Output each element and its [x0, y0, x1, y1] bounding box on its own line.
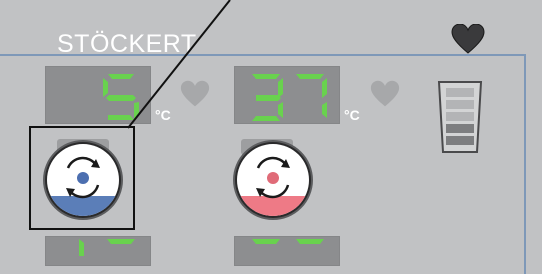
seven-segment-readout [103, 74, 139, 120]
level-indicator [437, 81, 483, 153]
temperature-display-4 [234, 236, 340, 266]
heart-icon [370, 80, 400, 107]
seven-segment-readout [252, 239, 324, 244]
brand-logo: STÖCKERT [57, 30, 197, 58]
temperature-display-3 [45, 236, 151, 266]
temperature-display-1 [45, 66, 151, 124]
status-indicator [267, 172, 279, 184]
seven-segment-readout [79, 239, 135, 256]
highlight-box [29, 126, 135, 230]
unit-label-1: °C [155, 107, 171, 123]
temperature-display-2 [234, 66, 340, 124]
seven-segment-readout [252, 74, 327, 121]
unit-label-2: °C [344, 107, 360, 123]
warm-mode-button[interactable] [230, 135, 316, 221]
heart-icon [451, 24, 485, 54]
heart-icon [180, 80, 210, 107]
